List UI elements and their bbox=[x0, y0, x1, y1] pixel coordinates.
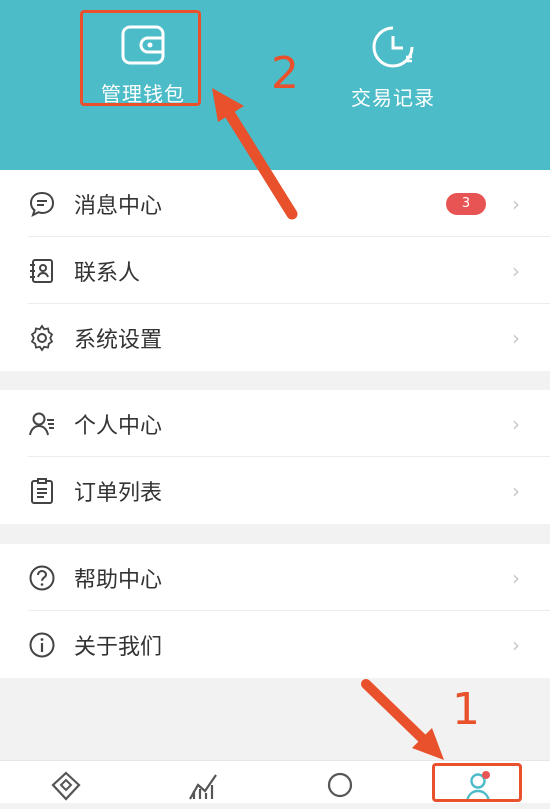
menu-item-personal-center[interactable]: 个人中心 › bbox=[0, 390, 550, 457]
chevron-right-icon: › bbox=[512, 479, 520, 503]
menu-item-order-list[interactable]: 订单列表 › bbox=[0, 457, 550, 524]
clipboard-list-icon bbox=[28, 477, 56, 505]
chevron-right-icon: › bbox=[512, 259, 520, 283]
annotation-box-profile-tab bbox=[432, 763, 522, 802]
gear-icon bbox=[28, 324, 56, 352]
menu-item-label: 订单列表 bbox=[74, 481, 163, 506]
chat-bubble-icon bbox=[28, 190, 56, 218]
transaction-records-label: 交易记录 bbox=[351, 86, 435, 110]
menu-section-about: 帮助中心 › 关于我们 › bbox=[0, 544, 550, 678]
menu-item-help-center[interactable]: 帮助中心 › bbox=[0, 544, 550, 611]
unread-count-badge: 3 bbox=[446, 193, 486, 215]
arrow-to-profile-tab bbox=[361, 679, 444, 760]
info-circle-icon bbox=[28, 631, 56, 659]
market-chart-icon[interactable] bbox=[186, 769, 222, 805]
menu-item-label: 帮助中心 bbox=[74, 568, 163, 593]
chevron-right-icon: › bbox=[512, 633, 520, 657]
menu-item-settings[interactable]: 系统设置 › bbox=[0, 304, 550, 371]
contacts-card-icon bbox=[28, 257, 56, 285]
home-diamond-icon[interactable] bbox=[48, 769, 84, 805]
menu-item-label: 系统设置 bbox=[74, 328, 163, 353]
chevron-right-icon: › bbox=[512, 566, 520, 590]
menu-item-about-us[interactable]: 关于我们 › bbox=[0, 611, 550, 678]
annotation-step-1: 1 bbox=[452, 684, 480, 735]
menu-item-label: 消息中心 bbox=[74, 194, 163, 219]
discover-circle-icon[interactable] bbox=[322, 769, 358, 805]
annotation-box-manage-wallet bbox=[80, 10, 201, 106]
menu-item-contacts[interactable]: 联系人 › bbox=[0, 237, 550, 304]
transaction-records-button[interactable]: 交易记录 bbox=[328, 18, 458, 110]
clock-history-icon bbox=[328, 24, 458, 74]
person-icon bbox=[28, 410, 56, 438]
menu-item-label: 关于我们 bbox=[74, 635, 163, 660]
chevron-right-icon: › bbox=[512, 326, 520, 350]
menu-item-messages[interactable]: 消息中心 3 › bbox=[0, 170, 550, 237]
menu-item-label: 个人中心 bbox=[74, 414, 163, 439]
menu-section-personal: 个人中心 › 订单列表 › bbox=[0, 390, 550, 524]
menu-item-label: 联系人 bbox=[74, 261, 141, 286]
menu-section-primary: 消息中心 3 › 联系人 › 系统设置 › bbox=[0, 170, 550, 371]
chevron-right-icon: › bbox=[512, 192, 520, 216]
annotation-step-2: 2 bbox=[271, 48, 299, 99]
chevron-right-icon: › bbox=[512, 412, 520, 436]
question-circle-icon bbox=[28, 564, 56, 592]
